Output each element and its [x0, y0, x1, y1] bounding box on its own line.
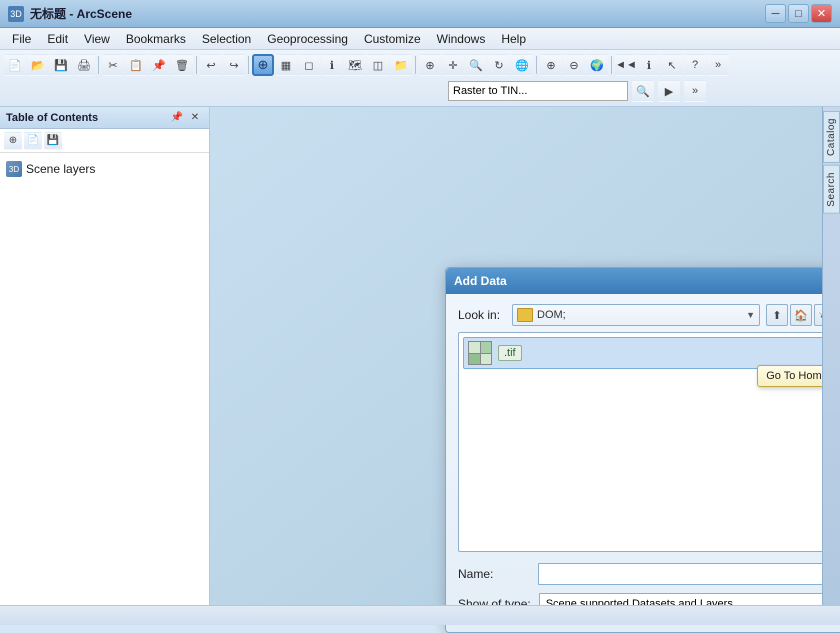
sidebar-controls: 📌 ✕: [169, 111, 203, 125]
sidebar-tb1[interactable]: ⊕: [4, 132, 22, 150]
right-panel: Catalog Search: [822, 107, 840, 608]
sep5: [536, 56, 537, 74]
scene-layers-item: 3D Scene layers: [6, 159, 203, 179]
menu-view[interactable]: View: [76, 30, 118, 48]
menu-bar: File Edit View Bookmarks Selection Geopr…: [0, 28, 840, 50]
file-name-badge: .tif: [498, 345, 522, 361]
print-btn[interactable]: 🖨: [73, 54, 95, 76]
menu-customize[interactable]: Customize: [356, 30, 429, 48]
dropdown-arrow-icon: ▼: [746, 310, 755, 320]
select-btn[interactable]: ◻: [298, 54, 320, 76]
zoom-btn[interactable]: 🔍: [465, 54, 487, 76]
new-btn[interactable]: 📄: [4, 54, 26, 76]
toolbar-row-1: 📄 📂 💾 🖨 ✂ 📋 📌 🗑 ↩ ↪ ⊕ ▦ ◻ ℹ 🗺 ◫ 📁 ⊕ ✛ 🔍 …: [4, 52, 836, 78]
menu-help[interactable]: Help: [493, 30, 534, 48]
globe-btn[interactable]: 🌍: [586, 54, 608, 76]
menu-windows[interactable]: Windows: [429, 30, 494, 48]
table-btn[interactable]: ▦: [275, 54, 297, 76]
cursor-btn[interactable]: ↖: [661, 54, 683, 76]
raster-tin-input[interactable]: [448, 81, 628, 101]
nav-btn[interactable]: ⊕: [419, 54, 441, 76]
sidebar-tb2[interactable]: 📄: [24, 132, 42, 150]
window-controls: ─ □ ✕: [765, 4, 832, 23]
window-title: 无标题 - ArcScene: [30, 5, 765, 22]
save-btn[interactable]: 💾: [50, 54, 72, 76]
toolbar-area: 📄 📂 💾 🖨 ✂ 📋 📌 🗑 ↩ ↪ ⊕ ▦ ◻ ℹ 🗺 ◫ 📁 ⊕ ✛ 🔍 …: [0, 50, 840, 107]
folder-icon: [517, 308, 533, 322]
more-btn[interactable]: »: [707, 54, 729, 76]
look-in-row: Look in: DOM; ▼ ⬆ 🏠 🔌 ▦▼ 📁 🗄 🖥: [458, 304, 840, 326]
status-bar: [0, 605, 840, 625]
sidebar-tb3[interactable]: 💾: [44, 132, 62, 150]
raster-search-btn[interactable]: 🔍: [632, 80, 654, 102]
look-in-dropdown[interactable]: DOM; ▼: [512, 304, 760, 326]
name-label: Name:: [458, 567, 530, 581]
dialog-titlebar: Add Data ✕: [446, 268, 840, 294]
back-btn[interactable]: ◄◄: [615, 54, 637, 76]
rotate-btn[interactable]: ↻: [488, 54, 510, 76]
help-btn[interactable]: ?: [684, 54, 706, 76]
sep2: [196, 56, 197, 74]
scene-layers-icon: 3D: [6, 161, 22, 177]
file-item-tif[interactable]: .tif: [463, 337, 840, 369]
catalog-tab[interactable]: Catalog: [823, 111, 840, 163]
minimize-button[interactable]: ─: [765, 4, 786, 23]
file-grid-icon: [468, 341, 492, 365]
zoom-in-btn[interactable]: ⊕: [540, 54, 562, 76]
close-button[interactable]: ✕: [811, 4, 832, 23]
cut-btn[interactable]: ✂: [102, 54, 124, 76]
sidebar-title: Table of Contents: [6, 112, 98, 124]
app-icon: 3D: [8, 6, 24, 22]
name-row: Name: Add: [458, 562, 840, 586]
toolbar-row-2: 🔍 ▶ »: [4, 78, 836, 104]
identify-btn[interactable]: ℹ: [321, 54, 343, 76]
home-btn[interactable]: 🏠: [790, 304, 812, 326]
name-input[interactable]: [538, 563, 840, 585]
map-btn[interactable]: 🗺: [344, 54, 366, 76]
look-in-label: Look in:: [458, 308, 506, 322]
dialog-body: Look in: DOM; ▼ ⬆ 🏠 🔌 ▦▼ 📁 🗄 🖥: [446, 294, 840, 632]
menu-file[interactable]: File: [4, 30, 39, 48]
menu-selection[interactable]: Selection: [194, 30, 259, 48]
sidebar-pin-btn[interactable]: 📌: [169, 111, 185, 125]
add-data-btn[interactable]: ⊕: [252, 54, 274, 76]
file-browser[interactable]: .tif Go To Home Folder: [458, 332, 840, 552]
paste-btn[interactable]: 📌: [148, 54, 170, 76]
scene-layers-label: Scene layers: [26, 162, 95, 176]
sidebar: Table of Contents 📌 ✕ ⊕ 📄 💾 3D Scene lay…: [0, 107, 210, 608]
undo-btn[interactable]: ↩: [200, 54, 222, 76]
pan-btn[interactable]: ✛: [442, 54, 464, 76]
info-btn[interactable]: ℹ: [638, 54, 660, 76]
sidebar-close-btn[interactable]: ✕: [187, 111, 203, 125]
menu-geoprocessing[interactable]: Geoprocessing: [259, 30, 356, 48]
up-folder-btn[interactable]: ⬆: [766, 304, 788, 326]
menu-edit[interactable]: Edit: [39, 30, 76, 48]
canvas-area: ▶ 溜溜自学 zixue.3d66.com Add Data ✕ Look in…: [210, 107, 840, 608]
open-btn[interactable]: 📂: [27, 54, 49, 76]
raster-next-btn[interactable]: ▶: [658, 80, 680, 102]
sidebar-toolbar: ⊕ 📄 💾: [0, 129, 209, 153]
search-tab[interactable]: Search: [823, 165, 840, 214]
fly-btn[interactable]: 🌐: [511, 54, 533, 76]
layers-btn[interactable]: ◫: [367, 54, 389, 76]
title-bar: 3D 无标题 - ArcScene ─ □ ✕: [0, 0, 840, 28]
maximize-button[interactable]: □: [788, 4, 809, 23]
add-data-dialog: Add Data ✕ Look in: DOM; ▼ ⬆ 🏠 🔌: [445, 267, 840, 633]
zoom-out-btn[interactable]: ⊖: [563, 54, 585, 76]
sep4: [415, 56, 416, 74]
sep1: [98, 56, 99, 74]
copy-btn[interactable]: 📋: [125, 54, 147, 76]
dialog-title: Add Data: [454, 274, 507, 288]
del-btn[interactable]: 🗑: [171, 54, 193, 76]
raster-more-btn[interactable]: »: [684, 80, 706, 102]
catalog-btn[interactable]: 📁: [390, 54, 412, 76]
redo-btn[interactable]: ↪: [223, 54, 245, 76]
look-in-text: DOM;: [537, 309, 742, 321]
sep6: [611, 56, 612, 74]
sep3: [248, 56, 249, 74]
menu-bookmarks[interactable]: Bookmarks: [118, 30, 194, 48]
sidebar-content: 3D Scene layers: [0, 153, 209, 608]
sidebar-header: Table of Contents 📌 ✕: [0, 107, 209, 129]
